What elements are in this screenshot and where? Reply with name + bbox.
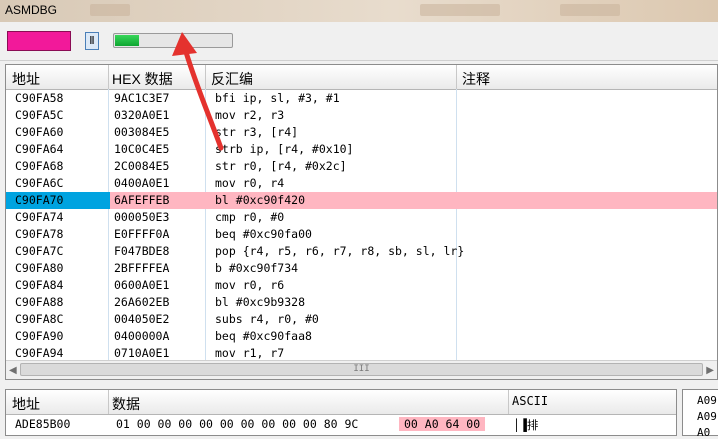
row-disassembly: b #0xc90f734 xyxy=(215,261,299,275)
row-disassembly: pop {r4, r5, r6, r7, r8, sb, sl, lr} xyxy=(215,244,465,258)
disassembly-row[interactable]: C90FA58 9AC1C3E7 bfi ip, sl, #3, #1 xyxy=(6,90,717,107)
row-hex: 000050E3 xyxy=(114,210,170,224)
row-address: C90FA74 xyxy=(15,210,64,224)
column-header-disassembly[interactable]: 反汇编 xyxy=(211,69,253,89)
disassembly-row[interactable]: C90FA90 0400000A beq #0xc90faa8 xyxy=(6,328,717,345)
row-hex: 004050E2 xyxy=(114,312,170,326)
dump-row[interactable]: ADE85B00 01 00 00 00 00 00 00 00 00 00 8… xyxy=(6,416,676,433)
dump-hex: 01 00 00 00 00 00 00 00 00 00 80 9C xyxy=(116,417,359,431)
disassembly-row[interactable]: C90FA68 2C0084E5 str r0, [r4, #0x2c] xyxy=(6,158,717,175)
title-bar: ASMDBG xyxy=(0,0,718,22)
row-address: C90FA60 xyxy=(15,125,64,139)
row-hex: 0600A0E1 xyxy=(114,278,170,292)
disassembly-header: 地址 HEX 数据 反汇编 注释 xyxy=(6,65,717,90)
horizontal-scrollbar[interactable]: ◀ III ▶ xyxy=(6,360,717,379)
column-header-hex[interactable]: HEX 数据 xyxy=(112,69,173,89)
scrollbar-thumb[interactable]: III xyxy=(20,363,703,376)
dump-address: ADE85B00 xyxy=(15,417,71,431)
dump-header-ascii[interactable]: ASCII xyxy=(512,394,548,408)
row-address: C90FA88 xyxy=(15,295,64,309)
column-header-address[interactable]: 地址 xyxy=(12,69,40,89)
row-hex: 2BFFFFEA xyxy=(114,261,170,275)
row-disassembly: mov r2, r3 xyxy=(215,108,285,122)
memory-dump-pane[interactable]: 地址 数据 ASCII ADE85B00 01 00 00 00 00 00 0… xyxy=(5,389,677,436)
row-address: C90FA68 xyxy=(15,159,64,173)
row-address: C90FA8C xyxy=(15,312,64,326)
row-disassembly: strb ip, [r4, #0x10] xyxy=(215,142,354,156)
row-hex: 003084E5 xyxy=(114,125,170,139)
row-disassembly: mov r0, r4 xyxy=(215,176,285,190)
row-address: C90FA64 xyxy=(15,142,64,156)
row-address: C90FA80 xyxy=(15,261,64,275)
row-address: C90FA58 xyxy=(15,91,64,105)
row-hex: F047BDE8 xyxy=(114,244,170,258)
disassembly-pane[interactable]: 地址 HEX 数据 反汇编 注释 C90FA58 9AC1C3E7 bfi ip, … xyxy=(5,64,718,380)
column-header-comment[interactable]: 注释 xyxy=(462,69,490,89)
side-line: A09 xyxy=(697,410,717,423)
disassembly-row[interactable]: C90FA6C 0400A0E1 mov r0, r4 xyxy=(6,175,717,192)
progress-fill xyxy=(115,35,139,46)
row-hex: 0400A0E1 xyxy=(114,176,170,190)
side-line: A0 xyxy=(697,426,711,439)
row-disassembly: mov r1, r7 xyxy=(215,346,285,360)
row-hex: E0FFFF0A xyxy=(114,227,170,241)
disassembly-row[interactable]: C90FA70 6AFEFFEB bl #0xc90f420 xyxy=(6,192,717,209)
row-disassembly: bl #0xc90f420 xyxy=(215,193,306,207)
row-disassembly: str r0, [r4, #0x2c] xyxy=(215,159,347,173)
blurred-region xyxy=(420,4,500,16)
row-address: C90FA6C xyxy=(15,176,64,190)
side-pane[interactable]: A09 A09 A0 xyxy=(682,389,718,439)
row-hex: 0710A0E1 xyxy=(114,346,170,360)
disassembly-row[interactable]: C90FA78 E0FFFF0A beq #0xc90fa00 xyxy=(6,226,717,243)
dump-header: 地址 数据 ASCII xyxy=(6,390,676,415)
row-address: C90FA90 xyxy=(15,329,64,343)
row-address: C90FA5C xyxy=(15,108,64,122)
scroll-right-icon[interactable]: ▶ xyxy=(706,365,714,376)
row-hex: 0400000A xyxy=(114,329,170,343)
row-address: C90FA7C xyxy=(15,244,64,258)
blurred-region xyxy=(560,4,620,16)
row-disassembly: str r3, [r4] xyxy=(215,125,299,139)
toolbar: Ⅱ xyxy=(0,22,718,61)
row-disassembly: bfi ip, sl, #3, #1 xyxy=(215,91,340,105)
row-hex: 26A602EB xyxy=(114,295,170,309)
row-hex: 10C0C4E5 xyxy=(114,142,170,156)
disassembly-row[interactable]: C90FA88 26A602EB bl #0xc9b9328 xyxy=(6,294,717,311)
row-disassembly: beq #0xc90fa00 xyxy=(215,227,312,241)
disassembly-row[interactable]: C90FA7C F047BDE8 pop {r4, r5, r6, r7, r8, … xyxy=(6,243,717,260)
color-swatch[interactable] xyxy=(7,31,71,51)
row-hex: 2C0084E5 xyxy=(114,159,170,173)
row-address: C90FA70 xyxy=(6,192,110,209)
row-disassembly: beq #0xc90faa8 xyxy=(215,329,312,343)
row-hex: 6AFEFFEB xyxy=(114,193,170,207)
side-line: A09 xyxy=(697,394,717,407)
row-disassembly: bl #0xc9b9328 xyxy=(215,295,306,309)
dump-header-data[interactable]: 数据 xyxy=(112,394,140,414)
row-disassembly: subs r4, r0, #0 xyxy=(215,312,319,326)
pause-button[interactable]: Ⅱ xyxy=(85,32,99,50)
row-disassembly: mov r0, r6 xyxy=(215,278,285,292)
dump-header-address[interactable]: 地址 xyxy=(12,394,40,414)
disassembly-row[interactable]: C90FA5C 0320A0E1 mov r2, r3 xyxy=(6,107,717,124)
window-title: ASMDBG xyxy=(5,3,58,17)
scrollbar-grip-icon: III xyxy=(353,364,370,374)
blurred-region xyxy=(90,4,130,16)
row-address: C90FA94 xyxy=(15,346,64,360)
progress-bar xyxy=(113,33,233,48)
dump-hex-highlight: 00 A0 64 00 xyxy=(399,417,486,431)
disassembly-row[interactable]: C90FA60 003084E5 str r3, [r4] xyxy=(6,124,717,141)
disassembly-row[interactable]: C90FA74 000050E3 cmp r0, #0 xyxy=(6,209,717,226)
row-hex: 9AC1C3E7 xyxy=(114,91,170,105)
disassembly-row[interactable]: C90FA84 0600A0E1 mov r0, r6 xyxy=(6,277,717,294)
row-address: C90FA84 xyxy=(15,278,64,292)
row-address: C90FA78 xyxy=(15,227,64,241)
disassembly-row[interactable]: C90FA64 10C0C4E5 strb ip, [r4, #0x10] xyxy=(6,141,717,158)
disassembly-row[interactable]: C90FA8C 004050E2 subs r4, r0, #0 xyxy=(6,311,717,328)
row-disassembly: cmp r0, #0 xyxy=(215,210,285,224)
disassembly-row[interactable]: C90FA80 2BFFFFEA b #0xc90f734 xyxy=(6,260,717,277)
dump-ascii: │▐排 xyxy=(513,418,539,432)
row-hex: 0320A0E1 xyxy=(114,108,170,122)
scroll-left-icon[interactable]: ◀ xyxy=(9,365,17,376)
